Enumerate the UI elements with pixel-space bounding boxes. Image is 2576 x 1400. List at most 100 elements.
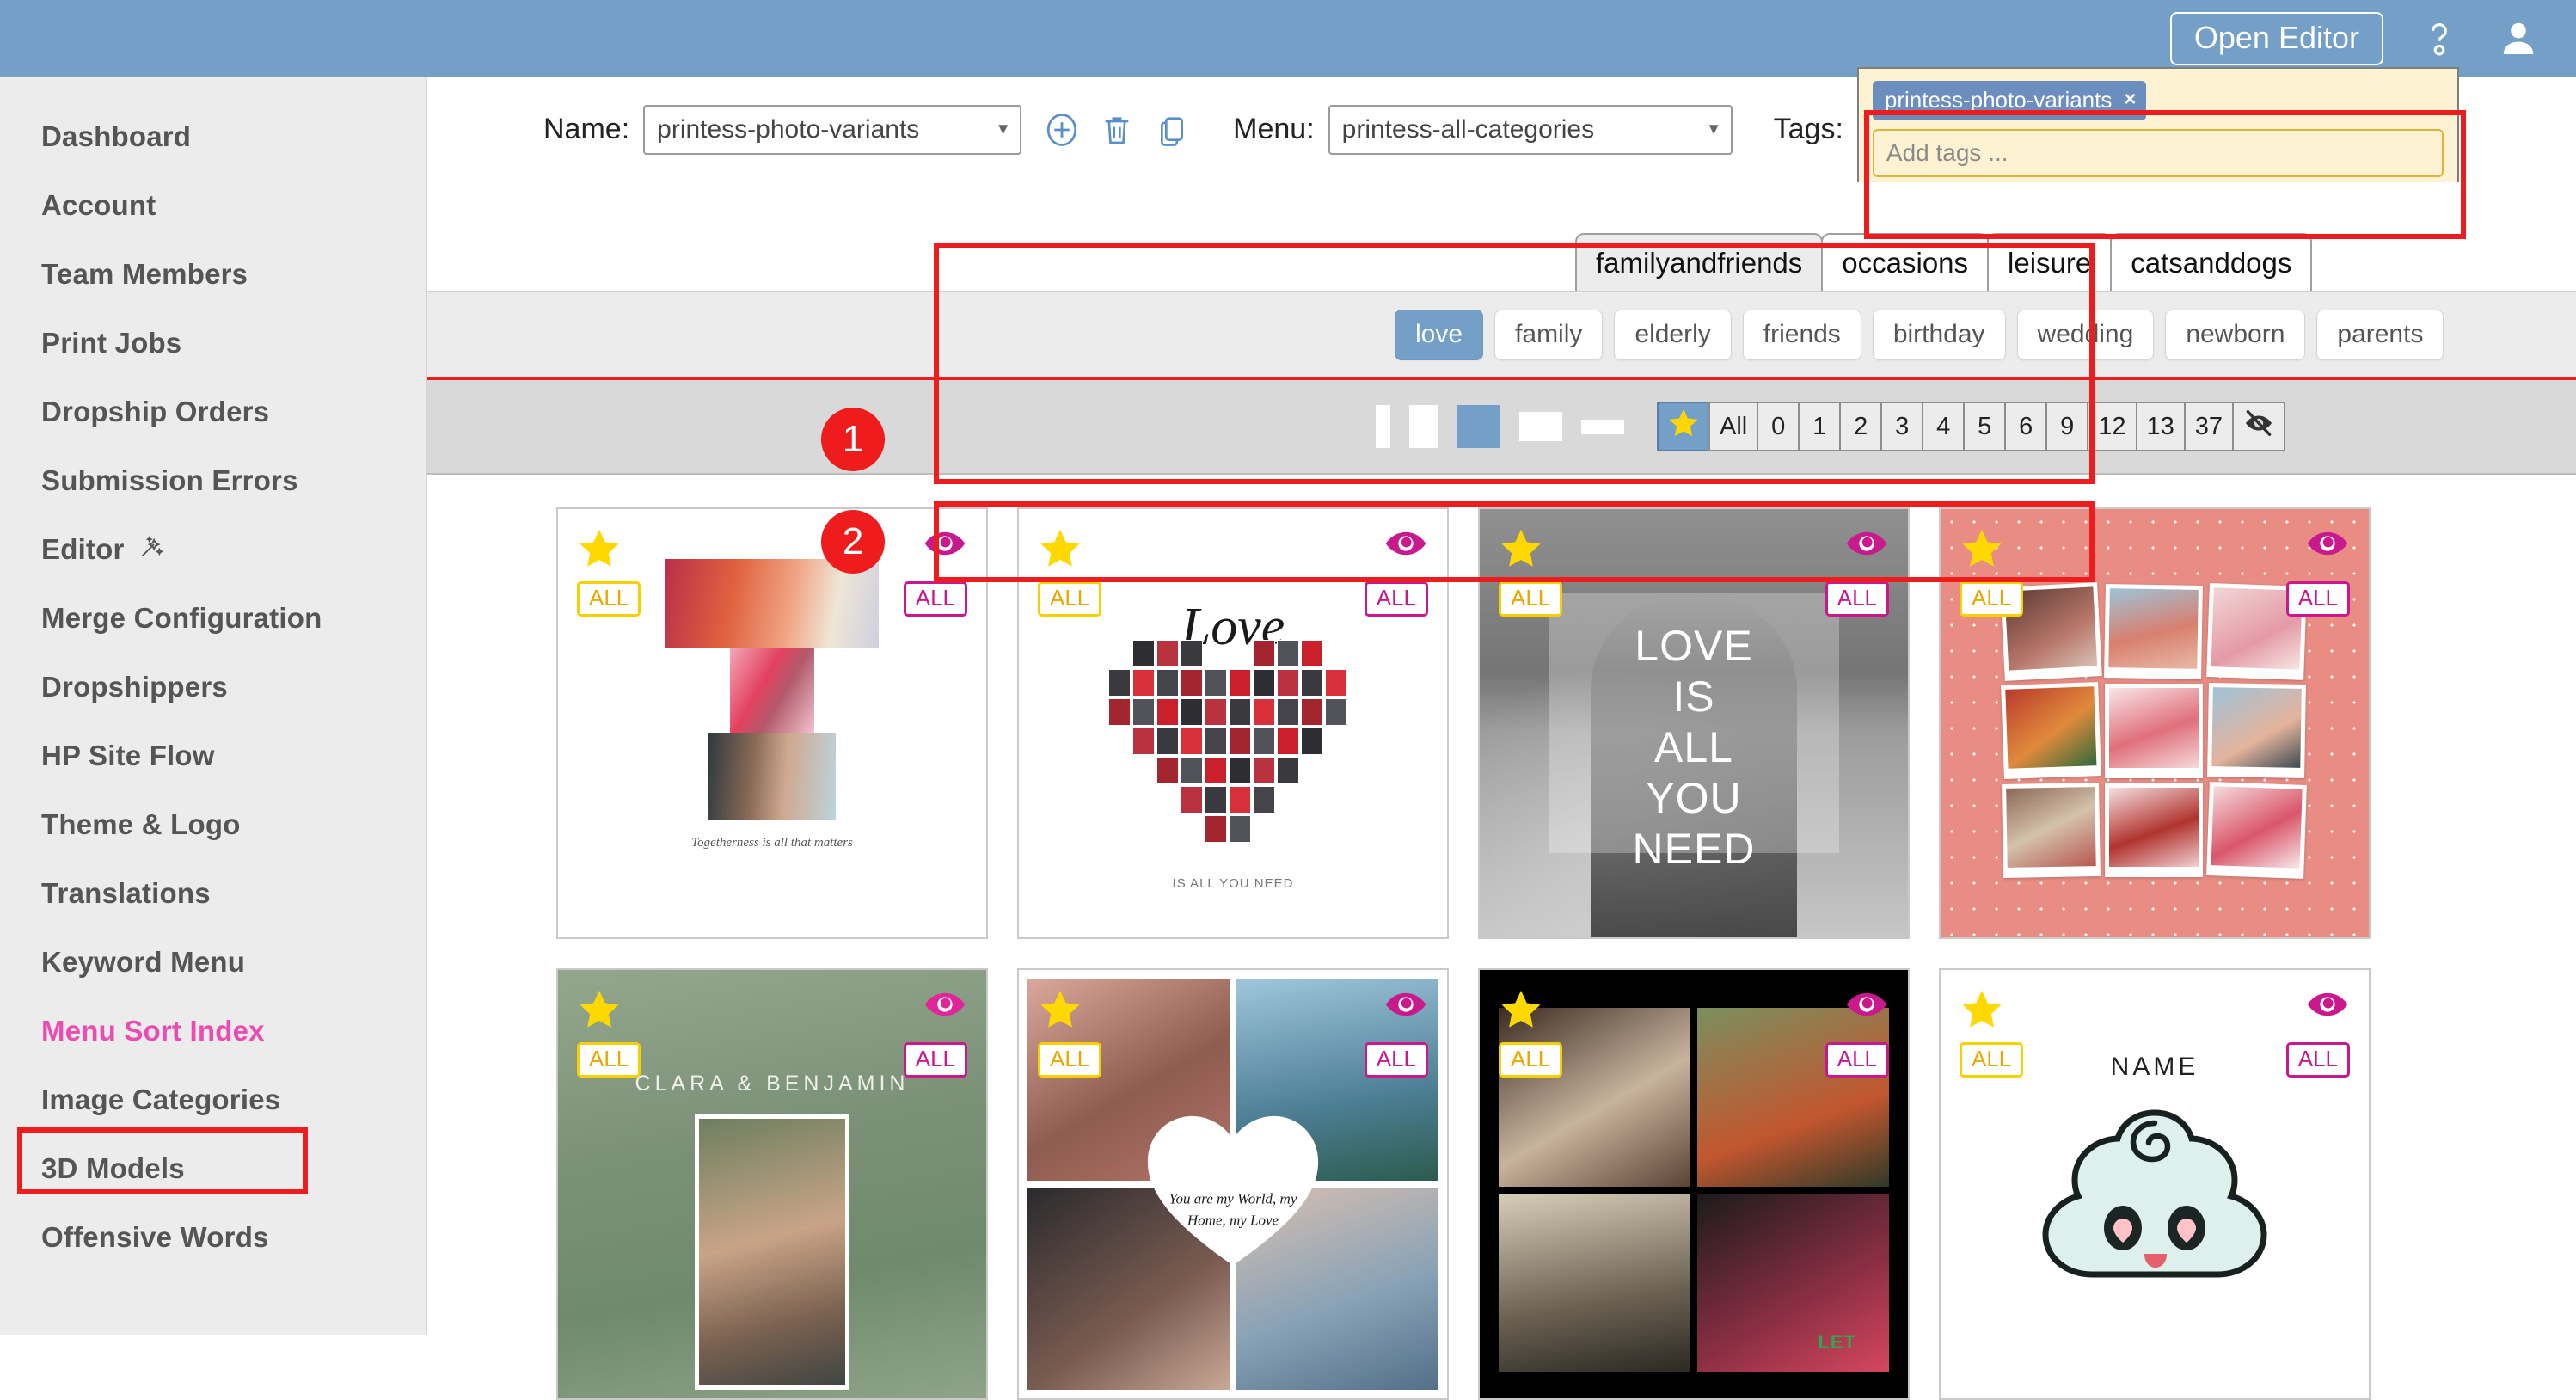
count-filter-0[interactable]: 0 xyxy=(1757,402,1800,451)
template-card[interactable]: LET ALL ALL xyxy=(1478,968,1910,1400)
favorites-filter-button[interactable] xyxy=(1657,402,1710,451)
menu-select[interactable]: printess-all-categories xyxy=(1328,104,1733,155)
sidebar-item-label: Dropshippers xyxy=(41,671,228,703)
card-title: You are my World, my Home, my Love xyxy=(1168,1190,1297,1229)
count-filter-5[interactable]: 5 xyxy=(1963,402,2007,451)
keyword-pill-elderly[interactable]: elderly xyxy=(1614,309,1732,360)
eye-icon[interactable] xyxy=(1844,989,1889,1024)
template-card-grid: THIS IS US Togetherness is all that matt… xyxy=(427,475,2576,1400)
count-filter-9[interactable]: 9 xyxy=(2045,402,2089,451)
tab-occasions[interactable]: occasions xyxy=(1821,233,1990,291)
sidebar-item-submission-errors[interactable]: Submission Errors xyxy=(0,446,426,515)
ratio-wide-button[interactable] xyxy=(1581,419,1624,434)
hidden-items-filter-button[interactable] xyxy=(2232,402,2286,451)
count-filter-6[interactable]: 6 xyxy=(2004,402,2048,451)
star-icon[interactable] xyxy=(1499,987,1543,1036)
sidebar-item-dropship-orders[interactable]: Dropship Orders xyxy=(0,378,426,446)
keyword-pill-love[interactable]: love xyxy=(1395,309,1484,360)
ratio-square-button[interactable] xyxy=(1457,405,1500,448)
eye-icon[interactable] xyxy=(1383,528,1428,563)
count-filter-1[interactable]: 1 xyxy=(1798,402,1842,451)
count-filter-37[interactable]: 37 xyxy=(2183,402,2235,451)
sidebar-item-keyword-menu[interactable]: Keyword Menu xyxy=(0,928,426,997)
plus-circle-icon[interactable] xyxy=(1042,110,1082,150)
sidebar-item-offensive-words[interactable]: Offensive Words xyxy=(0,1203,426,1272)
template-card[interactable]: Love IS ALL YOU NEED ALL ALL xyxy=(1017,507,1449,939)
tag-chip[interactable]: printess-photo-variants × xyxy=(1872,80,2147,120)
count-filter-12[interactable]: 12 xyxy=(2087,402,2137,451)
sidebar-item-dashboard[interactable]: Dashboard xyxy=(0,102,426,171)
tab-familyandfriends[interactable]: familyandfriends xyxy=(1575,233,1824,291)
sidebar-item-label: Team Members xyxy=(41,258,248,290)
template-card[interactable]: NAME ALL ALL xyxy=(1939,968,2371,1400)
visibility-scope-badge: ALL xyxy=(2285,581,2350,617)
sidebar-item-translations[interactable]: Translations xyxy=(0,859,426,928)
star-icon[interactable] xyxy=(1499,526,1543,575)
sidebar-item-label: Offensive Words xyxy=(41,1221,269,1253)
sidebar-item-team-members[interactable]: Team Members xyxy=(0,240,426,309)
count-filter-4[interactable]: 4 xyxy=(1922,402,1966,451)
template-card[interactable]: ALL ALL xyxy=(1939,507,2371,939)
eye-icon[interactable] xyxy=(923,528,967,563)
eye-icon[interactable] xyxy=(2305,528,2350,563)
sidebar-item-hp-site-flow[interactable]: HP Site Flow xyxy=(0,721,426,790)
ratio-portrait-button[interactable] xyxy=(1409,405,1438,448)
sidebar-item-account[interactable]: Account xyxy=(0,171,426,240)
sidebar-item-menu-sort-index[interactable]: Menu Sort Index xyxy=(0,997,426,1065)
visibility-scope-badge: ALL xyxy=(1364,581,1428,617)
star-icon[interactable] xyxy=(1038,987,1083,1036)
template-card[interactable]: LOVE IS ALL YOU NEED ALL ALL xyxy=(1478,507,1910,939)
star-icon[interactable] xyxy=(577,526,622,575)
visibility-scope-badge: ALL xyxy=(1364,1042,1428,1078)
tags-box: printess-photo-variants × xyxy=(1856,66,2459,193)
keyword-pill-wedding[interactable]: wedding xyxy=(2016,309,2155,360)
star-icon[interactable] xyxy=(1960,987,2004,1036)
count-filter-2[interactable]: 2 xyxy=(1839,402,1883,451)
add-tags-input[interactable] xyxy=(1872,128,2444,177)
keyword-pill-friends[interactable]: friends xyxy=(1742,309,1861,360)
eye-icon[interactable] xyxy=(1383,989,1428,1024)
eye-icon[interactable] xyxy=(1844,528,1889,563)
trash-icon[interactable] xyxy=(1097,110,1137,150)
card-caption: Togetherness is all that matters xyxy=(691,835,853,850)
user-avatar-icon[interactable] xyxy=(2495,15,2542,62)
sidebar-item-theme-and-logo[interactable]: Theme & Logo xyxy=(0,790,426,859)
open-editor-button[interactable]: Open Editor xyxy=(2169,11,2383,65)
sidebar-item-editor[interactable]: Editor xyxy=(0,515,426,584)
question-mark-icon[interactable] xyxy=(2416,15,2463,62)
sidebar-item-merge-configuration[interactable]: Merge Configuration xyxy=(0,584,426,653)
count-filter-all[interactable]: All xyxy=(1708,402,1759,451)
keyword-pill-parents[interactable]: parents xyxy=(2316,309,2444,360)
eye-icon[interactable] xyxy=(2305,989,2350,1024)
copy-icon[interactable] xyxy=(1152,110,1192,150)
sidebar-item-3d-models[interactable]: 3D Models xyxy=(0,1134,426,1203)
visibility-scope-badge: ALL xyxy=(1825,1042,1889,1078)
sidebar-item-print-jobs[interactable]: Print Jobs xyxy=(0,309,426,378)
close-icon[interactable]: × xyxy=(2124,88,2136,112)
star-icon[interactable] xyxy=(1960,526,2004,575)
name-select[interactable]: printess-photo-variants xyxy=(643,104,1022,155)
ratio-landscape-button[interactable] xyxy=(1519,412,1562,441)
keyword-pill-newborn[interactable]: newborn xyxy=(2165,309,2306,360)
eye-icon[interactable] xyxy=(923,989,967,1024)
sidebar-item-label: Account xyxy=(41,189,156,221)
star-icon[interactable] xyxy=(1038,526,1083,575)
ratio-tall-narrow-button[interactable] xyxy=(1376,405,1390,448)
keyword-pill-family[interactable]: family xyxy=(1494,309,1604,360)
star-icon[interactable] xyxy=(577,987,622,1036)
sidebar-item-image-categories[interactable]: Image Categories xyxy=(0,1065,426,1134)
sidebar-item-label: Print Jobs xyxy=(41,327,182,359)
template-card[interactable]: CLARA & BENJAMIN ALL ALL xyxy=(556,968,988,1400)
card-artwork-you-are-my-world: You are my World, my Home, my Love xyxy=(1019,970,1447,1398)
tab-leisure[interactable]: leisure xyxy=(1987,233,2113,291)
keyword-pill-birthday[interactable]: birthday xyxy=(1872,309,2006,360)
template-card[interactable]: You are my World, my Home, my Love ALL A… xyxy=(1017,968,1449,1400)
count-filter-3[interactable]: 3 xyxy=(1880,402,1924,451)
template-card[interactable]: THIS IS US Togetherness is all that matt… xyxy=(556,507,988,939)
visibility-scope-badge: ALL xyxy=(2285,1042,2350,1078)
tab-catsanddogs[interactable]: catsanddogs xyxy=(2110,233,2313,291)
count-filter-13[interactable]: 13 xyxy=(2135,402,2186,451)
menu-select-wrapper: printess-all-categories ▾ xyxy=(1328,104,1733,155)
sidebar-item-label: Submission Errors xyxy=(41,464,298,496)
sidebar-item-dropshippers[interactable]: Dropshippers xyxy=(0,653,426,721)
